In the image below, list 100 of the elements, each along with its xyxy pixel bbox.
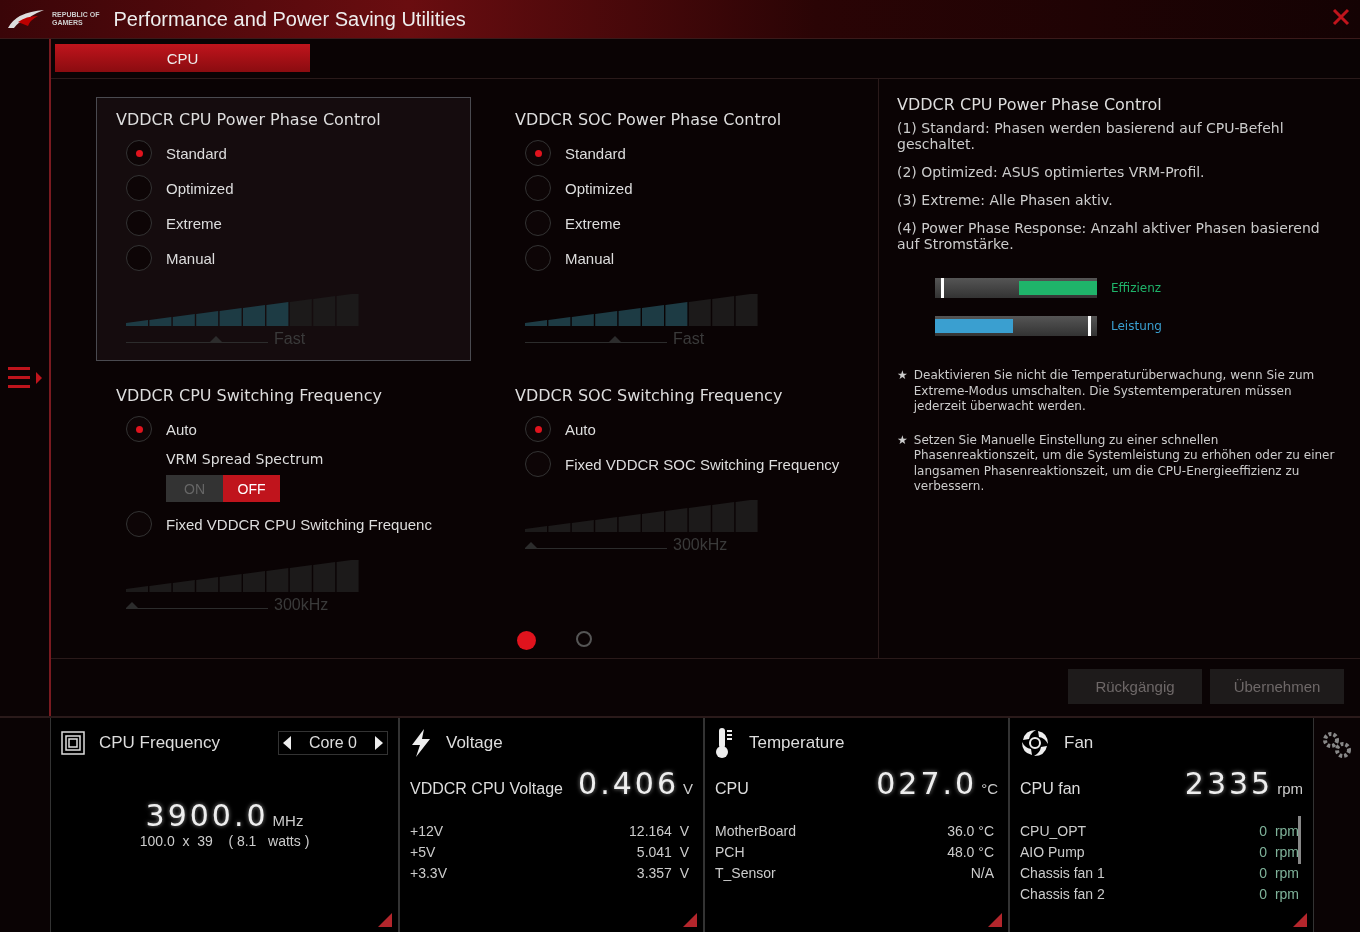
multiplier-text: 100.0 x 39 ( 8.1 watts ) [139,833,310,849]
radio-button[interactable] [525,140,551,166]
scrollbar[interactable] [1298,816,1301,864]
sensor-name: T_Sensor [715,865,776,881]
radio-option[interactable]: Optimized [515,175,850,201]
reading-unit: V [683,780,693,797]
star-bullet: ★ [897,368,908,384]
help-text: (2) Optimized: ASUS optimiertes VRM-Profil. [897,164,1206,180]
slider-thumb[interactable] [210,336,223,342]
reading-value: 027.0 [876,766,978,801]
corner-triangle-icon[interactable] [1293,913,1307,927]
radio-option[interactable]: Auto [515,416,850,442]
sensor-name: Chassis fan 1 [1020,865,1105,881]
slider-thumb[interactable] [126,602,138,608]
right-arrow-icon[interactable] [375,736,383,750]
radio-button[interactable] [525,245,551,271]
radio-option[interactable]: Fixed VDDCR CPU Switching Frequenc [116,511,451,537]
radio-button[interactable] [126,511,152,537]
sensor-value: 48.0 °C [947,844,994,860]
corner-triangle-icon[interactable] [378,913,392,927]
bar-label: Effizienz [1111,281,1162,295]
radio-option[interactable]: Manual [116,245,451,271]
core-selector[interactable]: Core 0 [277,731,388,755]
sensor-name: PCH [715,844,745,860]
group-title: VDDCR CPU Switching Frequency [116,386,383,405]
sensor-name: MotherBoard [715,823,796,839]
lightning-icon [410,729,432,757]
chip-icon [61,731,85,755]
radio-button[interactable] [126,245,152,271]
left-arrow-icon[interactable] [282,736,291,750]
reading-unit: °C [981,780,998,797]
sensor-name: AIO Pump [1020,844,1085,860]
slider-thumb[interactable] [525,542,537,548]
radio-option[interactable]: Auto [116,416,451,442]
page-dot[interactable] [576,631,592,647]
radio-button[interactable] [525,175,551,201]
close-icon[interactable] [1332,8,1350,26]
sensor-name: Chassis fan 2 [1020,886,1105,902]
reading-value: 0.406 [578,766,679,801]
reading-unit: rpm [1277,780,1303,797]
tab[interactable]: CPU [55,44,310,72]
note-text: Setzen Sie Manuelle Einstellung zu einer schnellen Phasenreaktionszeit, um die Systemleistung zu erhöhen oder zu einer langsamen Phasenreaktionszeit, um die CPU-Energieeffizienz zu verbessern. [913,432,1336,495]
settings-icon[interactable] [1320,730,1353,760]
group-title: VDDCR SOC Power Phase Control [515,110,783,129]
radio-button[interactable] [525,451,551,477]
reading-value: 2335 [1184,766,1274,801]
bar-label: Leistung [1111,319,1162,333]
help-title: VDDCR CPU Power Phase Control [897,95,1163,114]
sensor-name: +5V [410,844,436,860]
panel-title: Fan [1064,733,1094,753]
sensor-value: N/A [970,865,994,881]
sensor-value: 36.0 °C [947,823,994,839]
window-title: Performance and Power Saving Utilities [113,7,466,31]
panel-title: CPU Frequency [99,733,220,753]
radio-button[interactable] [126,416,152,442]
thermometer-icon [715,727,735,759]
sensor-name: +12V [410,823,444,839]
star-bullet: ★ [897,432,908,449]
radio-option[interactable]: Fixed VDDCR SOC Switching Frequency [515,451,850,477]
sensor-name: +3.3V [410,865,447,881]
radio-button[interactable] [126,210,152,236]
reading-label: CPU [715,780,749,798]
note-text: Deaktivieren Sie nicht die Temperaturüberwachung, wenn Sie zum Extreme-Modus umschalten. Die Systemtemperaturen müssen jederzeit überwacht werden. [913,368,1316,415]
radio-button[interactable] [126,175,152,201]
sensor-value: 0 rpm [1259,865,1299,881]
reading-value: 3900.0 [145,798,269,833]
reading-unit: MHz [272,812,304,829]
sensor-value: 0 rpm [1259,823,1299,839]
sensor-value: 12.164 V [629,823,689,839]
fan-icon [1020,728,1050,758]
corner-triangle-icon[interactable] [683,913,697,927]
help-text: (3) Extreme: Alle Phasen aktiv. [897,192,1114,208]
option-label: VRM Spread Spectrum [166,451,325,467]
logo-icon [6,8,46,30]
toggle-off[interactable]: OFF [223,475,280,502]
sensor-value: 0 rpm [1259,844,1299,860]
radio-button[interactable] [525,210,551,236]
radio-option[interactable]: Extreme [515,210,850,236]
group-title: VDDCR SOC Switching Frequency [515,386,784,405]
panel-title: Voltage [446,733,503,753]
sensor-value: 0 rpm [1259,886,1299,902]
help-text: (1) Standard: Phasen werden basierend auf CPU-Befehl geschaltet. [897,120,1285,152]
sensor-value: 5.041 V [636,844,689,860]
page-dot[interactable] [517,631,536,650]
radio-option[interactable]: Optimized [116,175,451,201]
slider-thumb[interactable] [609,336,622,342]
radio-option[interactable]: Standard [116,140,451,166]
corner-triangle-icon[interactable] [988,913,1002,927]
group-title: VDDCR CPU Power Phase Control [116,110,382,129]
panel-title: Temperature [749,733,845,753]
sensor-name: CPU_OPT [1020,823,1087,839]
sensor-value: 3.357 V [636,865,689,881]
radio-option[interactable]: Manual [515,245,850,271]
radio-option[interactable]: Standard [515,140,850,166]
menu-icon[interactable] [5,364,44,391]
radio-button[interactable] [126,140,152,166]
help-text: (4) Power Phase Response: Anzahl aktiver Phasen basierend auf Stromstärke. [897,220,1321,252]
reading-label: VDDCR CPU Voltage [410,780,563,798]
radio-option[interactable]: Extreme [116,210,451,236]
radio-button[interactable] [525,416,551,442]
